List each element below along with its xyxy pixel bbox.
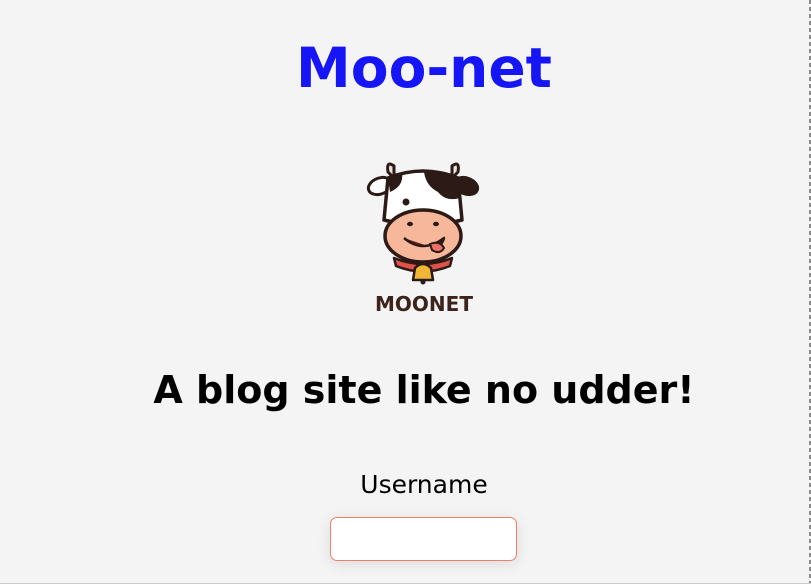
- tagline: A blog site like no udder!: [153, 368, 695, 412]
- cow-mascot-icon: MOONET: [366, 162, 480, 316]
- site-title: Moo-net: [296, 36, 552, 100]
- logo-wordmark: MOONET: [375, 292, 473, 316]
- username-input[interactable]: [330, 517, 517, 561]
- username-label: Username: [360, 470, 488, 499]
- moonet-logo: MOONET: [364, 156, 484, 321]
